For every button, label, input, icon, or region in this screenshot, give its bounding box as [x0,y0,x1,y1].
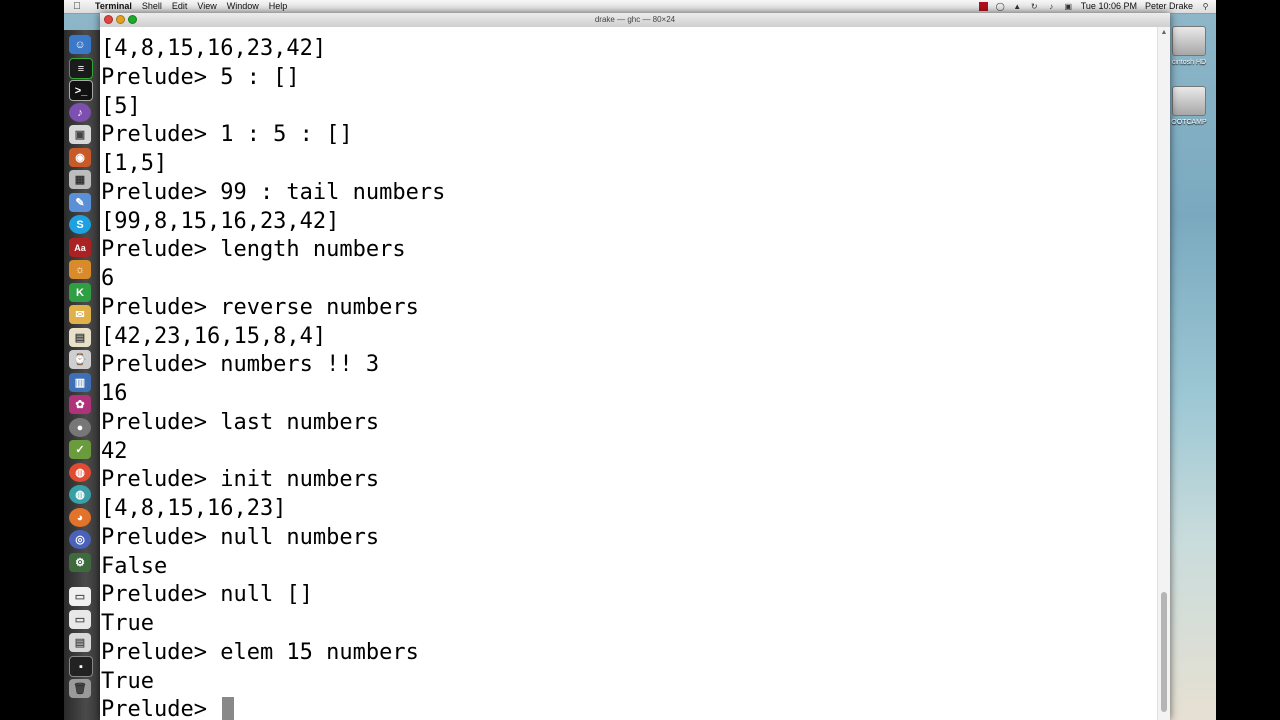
terminal-lines: [4,8,15,16,23,42] Prelude> 5 : [] [5] Prelu… [101,35,1158,720]
drive-label: OOTCAMP [1171,119,1207,126]
app-icon-7[interactable]: ✿ [69,395,91,414]
terminal-line: [42,23,16,15,8,4] [101,323,327,349]
status-red-icon[interactable] [978,2,988,11]
terminal-line: Prelude> init numbers [101,467,380,493]
document-icon-2[interactable]: ▭ [69,610,91,629]
xcode-icon[interactable]: ✎ [69,193,91,212]
app-icon-11[interactable]: ▪ [69,656,93,677]
window-titlebar[interactable]: drake — ghc — 80×24 [100,13,1170,28]
terminal-line: Prelude> elem 15 numbers [101,639,419,665]
hard-drive-icon [1172,26,1206,56]
app-icon-2[interactable]: K [69,283,91,302]
menu-window[interactable]: Window [222,0,264,13]
hard-drive-icon [1172,86,1206,116]
app-icon-6[interactable]: ▥ [69,373,91,392]
terminal-line: Prelude> 1 : 5 : [] [101,122,353,148]
terminal-line: [5] [101,93,141,119]
dropbox-icon[interactable]: ▲ [1013,2,1022,11]
trash-icon[interactable]: 🗑 [69,679,91,698]
text-cursor [222,697,235,720]
calculator-icon[interactable]: ▦ [69,170,91,189]
prompt-text: Prelude> [101,697,221,720]
terminal-line: Prelude> null numbers [101,524,380,550]
terminal-line: False [101,553,168,579]
app-icon-5[interactable]: ⌚ [69,350,91,369]
drive-label: cintosh HD [1171,59,1207,66]
terminal-line: 42 [101,438,128,464]
menu-shell[interactable]: Shell [137,0,167,13]
terminal-line: Prelude> last numbers [101,409,380,435]
terminal-content[interactable]: [4,8,15,16,23,42] Prelude> 5 : [] [5] Prelu… [100,27,1158,720]
spotlight-search-icon[interactable]: ⚲ [1201,2,1210,11]
dictionary-icon[interactable]: Aa [69,238,91,257]
terminal-line: Prelude> 5 : [] [101,64,300,90]
desktop:  Terminal Shell Edit View Window Help ◯… [64,0,1216,720]
finder-icon[interactable]: ☺ [69,35,91,54]
activity-monitor-icon[interactable]: ≡ [69,58,93,79]
scroll-up-icon[interactable]: ▲ [1158,27,1170,39]
terminal-line: [4,8,15,16,23] [101,496,287,521]
terminal-line: Prelude> null [] [101,582,313,608]
menu-help[interactable]: Help [264,0,293,13]
drive-bootcamp[interactable]: OOTCAMP [1164,86,1214,126]
app-icon-10[interactable]: ⚙ [69,553,91,572]
user-name[interactable]: Peter Drake [1145,0,1193,13]
terminal-line: Prelude> 99 : tail numbers [101,179,446,205]
window-title: drake — ghc — 80×24 [594,15,676,24]
chrome-icon[interactable]: ◍ [69,463,91,482]
stack-icon[interactable]: ▤ [69,633,91,652]
terminal-line: 6 [101,266,115,291]
terminal-line: Prelude> reverse numbers [101,294,419,320]
safari-icon[interactable]: ◎ [69,530,91,549]
time-machine-icon[interactable]: ↻ [1030,2,1039,11]
app-icon-3[interactable]: ✉ [69,305,91,324]
volume-icon[interactable]: ♪ [1047,2,1056,11]
display-icon[interactable]: ▣ [1064,2,1073,11]
menu-edit[interactable]: Edit [167,0,193,13]
menu-app-terminal[interactable]: Terminal [90,0,137,13]
vertical-scrollbar[interactable]: ▲ [1157,27,1170,720]
preview-icon[interactable]: ▣ [69,125,91,144]
app-icon-4[interactable]: ▤ [69,328,91,347]
terminal-line: True [101,611,154,636]
app-icon-8[interactable]: ● [69,418,91,437]
terminal-line: [4,8,15,16,23,42] [101,36,327,61]
clock[interactable]: Tue 10:06 PM [1081,0,1137,13]
app-icon-1[interactable]: ☼ [69,260,91,279]
document-icon[interactable]: ▭ [69,587,91,606]
terminal-line: Prelude> numbers !! 3 [101,352,380,378]
terminal-window: drake — ghc — 80×24 [4,8,15,16,23,42] Pre… [100,13,1170,720]
apple-menu-icon[interactable]:  [64,0,90,13]
firefox-icon[interactable]: ◕ [69,508,91,527]
chrome-canary-icon[interactable]: ◍ [69,485,91,504]
app-icon-9[interactable]: ✓ [69,440,91,459]
terminal-line: [99,8,15,16,23,42] [101,208,340,234]
terminal-line: Prelude> length numbers [101,237,406,263]
terminal-prompt-line[interactable]: Prelude> [101,696,1158,720]
terminal-icon[interactable]: >_ [69,80,93,101]
terminal-line: True [101,668,154,694]
itunes-icon[interactable]: ♪ [69,103,91,122]
drive-macintosh-hd[interactable]: cintosh HD [1164,26,1214,66]
skype-icon[interactable]: S [69,215,91,234]
terminal-line: [1,5] [101,151,168,176]
terminal-line: 16 [101,381,128,406]
sync-icon[interactable]: ◯ [996,2,1005,11]
dock: ☺ ≡ >_ ♪ ▣ ◉ ▦ ✎ S Aa ☼ K ✉ ▤ ⌚ ▥ ✿ ● ✓ … [64,30,101,720]
photo-icon[interactable]: ◉ [69,148,91,167]
scrollbar-thumb[interactable] [1161,592,1167,712]
menu-view[interactable]: View [192,0,221,13]
menu-bar:  Terminal Shell Edit View Window Help ◯… [64,0,1216,14]
